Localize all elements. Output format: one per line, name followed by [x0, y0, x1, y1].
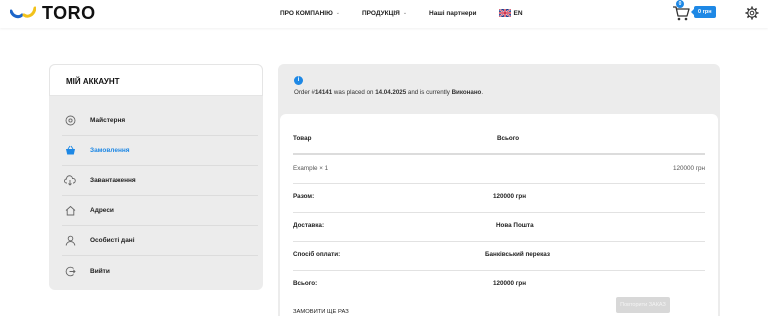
- sidebar-item-addresses[interactable]: Адреси: [62, 196, 258, 226]
- logo[interactable]: TORO: [10, 3, 96, 23]
- divider: [293, 241, 705, 242]
- row-label: Доставка:: [293, 222, 325, 229]
- sidebar-header: МІЙ АККАУНТ: [49, 64, 263, 96]
- cart-count-badge: 0: [676, 0, 684, 8]
- sidebar-item-label: Адреси: [90, 207, 114, 214]
- product-name[interactable]: Example × 1: [293, 165, 328, 172]
- account-sidebar: МІЙ АККАУНТ Майстерня Замовлення Заванта…: [49, 64, 263, 290]
- notice-text: and is currently: [406, 89, 452, 96]
- logout-icon: [64, 265, 76, 277]
- info-icon: i: [294, 76, 303, 85]
- chevron-down-icon: ⌄: [402, 10, 408, 16]
- divider: [293, 212, 705, 213]
- row-value: Банківський переказ: [485, 251, 550, 258]
- nav-label: ПРО КОМПАНІЮ: [280, 9, 333, 17]
- home-icon: [64, 205, 76, 217]
- gear-icon[interactable]: [745, 6, 759, 20]
- language-switcher[interactable]: EN: [498, 9, 523, 17]
- divider: [293, 270, 705, 271]
- row-value: Нова Пошта: [496, 222, 534, 229]
- order-date: 14.04.2025: [375, 89, 407, 96]
- order-number: 14141: [314, 89, 333, 96]
- row-label: Разом:: [293, 193, 315, 200]
- nav-label: Наші партнери: [429, 9, 477, 17]
- sidebar-item-account-details[interactable]: Особисті дані: [62, 226, 258, 256]
- sidebar-item-dashboard[interactable]: Майстерня: [62, 106, 258, 136]
- sidebar-item-label: Особисті дані: [90, 237, 135, 244]
- uk-flag-icon: [498, 9, 511, 17]
- notice-text: was placed on: [332, 89, 376, 96]
- gauge-icon: [64, 115, 76, 127]
- order-notice: Order #14141 was placed on 14.04.2025 an…: [294, 89, 483, 96]
- logo-mark-icon: [10, 6, 36, 19]
- chevron-down-icon: ⌄: [335, 10, 340, 16]
- user-icon: [64, 235, 76, 247]
- sidebar-item-downloads[interactable]: Завантаження: [62, 166, 258, 196]
- product-total: 120000 грн: [672, 165, 705, 172]
- nav-item-partners[interactable]: Наші партнери: [429, 9, 476, 17]
- reorder-button[interactable]: Повторити ЗАКАЗ: [616, 297, 670, 313]
- reorder-label-text: ЗАМОВИТИ ЩЕ РАЗ: [293, 309, 349, 315]
- row-label: Всього:: [293, 280, 318, 287]
- row-label: Спосіб оплати:: [293, 251, 341, 258]
- cloud-download-icon: [64, 175, 76, 187]
- order-status: Виконано: [451, 89, 482, 96]
- sidebar-item-logout[interactable]: Вийти: [62, 256, 258, 286]
- row-value: 120000 грн: [493, 280, 527, 287]
- cart-total-badge[interactable]: 0 грн: [691, 6, 716, 18]
- row-value: 120000 грн: [493, 193, 527, 200]
- notice-text: Order #: [294, 89, 315, 96]
- nav-label: ПРОДУКЦІЯ: [362, 9, 400, 17]
- site-header: TORO ПРО КОМПАНІЮ ⌄ ПРОДУКЦІЯ ⌄ Наші пар…: [0, 0, 768, 28]
- col-total-header: Всього: [497, 135, 520, 142]
- basket-icon: [64, 145, 76, 157]
- logo-text: TORO: [42, 2, 96, 23]
- divider: [293, 183, 705, 184]
- sidebar-item-label: Вийти: [90, 267, 110, 275]
- account-menu: Майстерня Замовлення Завантаження Адреси…: [62, 106, 258, 286]
- sidebar-item-label: Майстерня: [90, 117, 126, 124]
- language-label: EN: [513, 9, 523, 17]
- sidebar-item-label: Завантаження: [90, 177, 136, 184]
- nav-item-about[interactable]: ПРО КОМПАНІЮ ⌄: [280, 9, 340, 17]
- sidebar-item-label: Замовлення: [90, 147, 130, 154]
- sidebar-title: МІЙ АККАУНТ: [66, 77, 120, 86]
- nav-item-products[interactable]: ПРОДУКЦІЯ ⌄: [362, 9, 407, 17]
- main-nav: ПРО КОМПАНІЮ ⌄ ПРОДУКЦІЯ ⌄ Наші партнери…: [280, 9, 523, 17]
- notice-text: .: [481, 89, 484, 96]
- col-product-header: Товар: [293, 135, 312, 142]
- divider: [293, 153, 705, 155]
- sidebar-item-orders[interactable]: Замовлення: [62, 136, 258, 166]
